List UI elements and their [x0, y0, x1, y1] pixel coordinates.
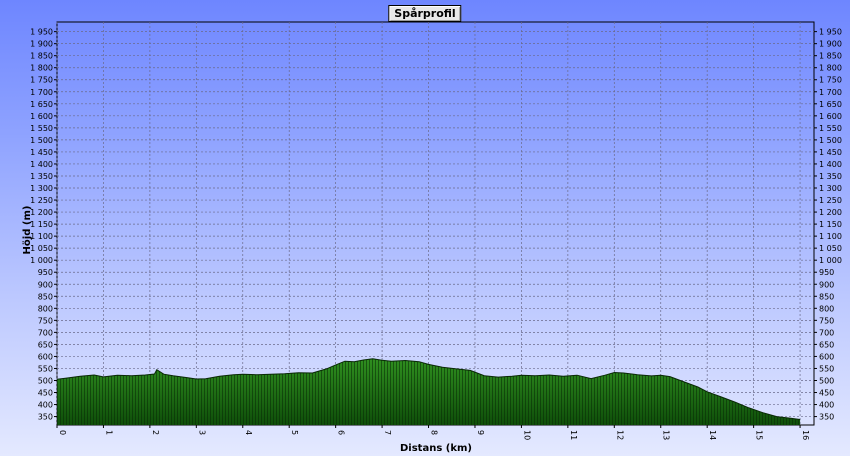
- x-tick-label: 12: [615, 430, 624, 440]
- y-tick-label: 500: [38, 376, 53, 385]
- x-tick-label: 3: [197, 430, 206, 435]
- y-tick-label: 1 000: [30, 256, 53, 265]
- y-tick-label-right: 1 000: [819, 256, 842, 265]
- y-tick-label: 1 550: [30, 124, 53, 133]
- y-tick-label-right: 1 100: [819, 232, 842, 241]
- y-tick-label: 1 500: [30, 136, 53, 145]
- y-tick-label: 650: [38, 340, 53, 349]
- y-tick-label: 1 250: [30, 196, 53, 205]
- y-tick-label-right: 1 650: [819, 100, 842, 109]
- elevation-profile-chart: 350 350400 400450 450500 500550 550600 600650 6…: [22, 21, 842, 454]
- x-tick-label: 10: [522, 430, 531, 440]
- x-tick-label: 9: [476, 430, 485, 435]
- y-tick-label-right: 1 800: [819, 64, 842, 73]
- y-tick-label-right: 1 400: [819, 160, 842, 169]
- y-tick-label: 450: [38, 389, 53, 398]
- x-tick-label: 8: [430, 430, 439, 435]
- y-tick-label: 1 200: [30, 208, 53, 217]
- x-tick-label: 16: [801, 430, 810, 440]
- elevation-area-hatch: [57, 358, 801, 425]
- y-tick-label-right: 550: [819, 364, 834, 373]
- y-tick-label: 1 950: [30, 28, 53, 37]
- x-tick-label: 11: [569, 430, 578, 440]
- y-tick-label: 600: [38, 352, 53, 361]
- y-tick-label: 850: [38, 292, 53, 301]
- y-tick-label-right: 1 250: [819, 196, 842, 205]
- y-tick-label: 1 100: [30, 232, 53, 241]
- y-tick-label-right: 1 500: [819, 136, 842, 145]
- y-tick-label: 950: [38, 268, 53, 277]
- y-tick-label: 1 350: [30, 172, 53, 181]
- y-tick-label: 700: [38, 328, 53, 337]
- y-tick-label-right: 600: [819, 352, 834, 361]
- y-tick-label-right: 850: [819, 292, 834, 301]
- y-tick-label-right: 1 450: [819, 148, 842, 157]
- y-tick-label-right: 1 300: [819, 184, 842, 193]
- y-tick-label-right: 1 700: [819, 88, 842, 97]
- y-tick-label-right: 1 350: [819, 172, 842, 181]
- x-tick-label: 4: [244, 430, 253, 435]
- y-tick-label-right: 400: [819, 401, 834, 410]
- y-tick-label: 400: [38, 401, 53, 410]
- y-tick-label-right: 1 050: [819, 244, 842, 253]
- y-tick-label: 1 400: [30, 160, 53, 169]
- y-tick-label-right: 950: [819, 268, 834, 277]
- y-tick-label-right: 1 750: [819, 76, 842, 85]
- x-tick-label: 5: [290, 430, 299, 435]
- y-tick-label-right: 1 150: [819, 220, 842, 229]
- x-tick-label: 1: [104, 430, 113, 435]
- y-tick-label-right: 1 200: [819, 208, 842, 217]
- y-tick-label: 1 300: [30, 184, 53, 193]
- y-tick-label: 1 450: [30, 148, 53, 157]
- y-tick-label: 1 900: [30, 40, 53, 49]
- y-tick-label-right: 900: [819, 280, 834, 289]
- y-tick-label-right: 1 600: [819, 112, 842, 121]
- y-axis-title: Höjd (m): [22, 206, 33, 255]
- y-tick-label: 1 150: [30, 220, 53, 229]
- y-tick-label-right: 750: [819, 316, 834, 325]
- y-tick-label: 1 750: [30, 76, 53, 85]
- x-tick-label: 0: [58, 430, 67, 435]
- y-tick-label: 800: [38, 304, 53, 313]
- y-tick-label: 550: [38, 364, 53, 373]
- y-tick-label-right: 450: [819, 389, 834, 398]
- y-tick-label: 350: [38, 413, 53, 422]
- y-tick-label: 1 050: [30, 244, 53, 253]
- x-tick-label: 13: [662, 430, 671, 440]
- y-tick-label-right: 800: [819, 304, 834, 313]
- x-tick-label: 6: [337, 430, 346, 435]
- y-tick-label: 1 600: [30, 112, 53, 121]
- x-tick-label: 14: [708, 430, 717, 440]
- y-tick-label: 750: [38, 316, 53, 325]
- y-tick-label-right: 1 950: [819, 28, 842, 37]
- y-tick-label-right: 350: [819, 413, 834, 422]
- y-tick-label: 1 800: [30, 64, 53, 73]
- y-tick-label: 900: [38, 280, 53, 289]
- y-tick-label: 1 700: [30, 88, 53, 97]
- y-tick-label-right: 1 900: [819, 40, 842, 49]
- y-tick-label: 1 850: [30, 52, 53, 61]
- y-tick-label-right: 1 550: [819, 124, 842, 133]
- x-tick-label: 15: [755, 430, 764, 440]
- plot-frame: [56, 21, 815, 426]
- y-tick-label-right: 650: [819, 340, 834, 349]
- x-axis-title: Distans (km): [400, 443, 472, 454]
- y-tick-label-right: 1 850: [819, 52, 842, 61]
- y-tick-label: 1 650: [30, 100, 53, 109]
- y-tick-label-right: 700: [819, 328, 834, 337]
- x-tick-label: 7: [383, 430, 392, 435]
- x-tick-label: 2: [151, 430, 160, 435]
- y-tick-label-right: 500: [819, 376, 834, 385]
